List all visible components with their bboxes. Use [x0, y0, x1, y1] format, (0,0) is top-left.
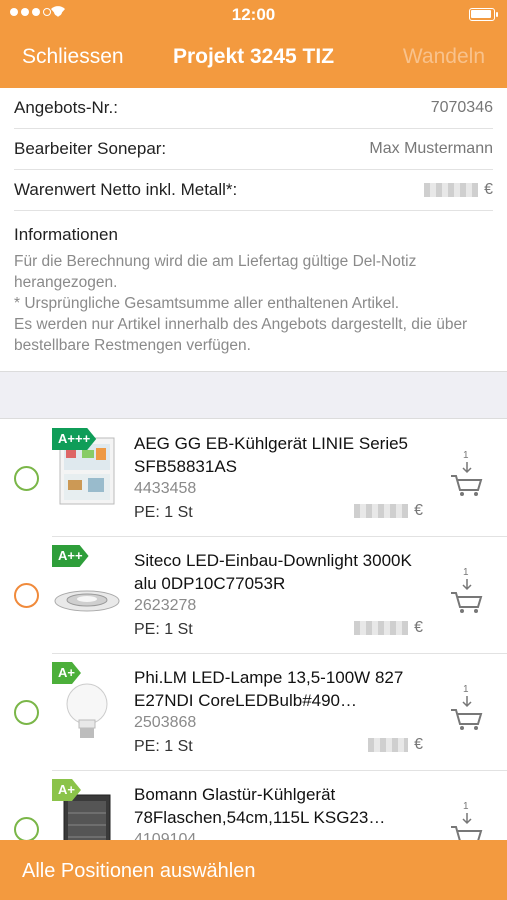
item-sku: 2503868: [134, 714, 197, 731]
net-value: €: [424, 181, 493, 199]
editor-row: Bearbeiter Sonepar: Max Mustermann: [14, 129, 493, 170]
status-bar: 12:00: [0, 0, 507, 30]
editor-value: Max Mustermann: [369, 140, 493, 157]
info-text: Für die Berechnung wird die am Liefertag…: [14, 253, 468, 354]
select-radio[interactable]: [14, 700, 39, 725]
battery-icon: [469, 8, 498, 21]
select-radio[interactable]: [14, 466, 39, 491]
item-price: €: [354, 502, 423, 520]
item-price: €: [354, 619, 423, 637]
offer-number-label: Angebots-Nr.:: [14, 98, 118, 117]
header-bar: 12:00 Schliessen Projekt 3245 TIZ Wandel…: [0, 0, 507, 88]
net-value-label: Warenwert Netto inkl. Metall*:: [14, 180, 238, 199]
section-divider: [0, 371, 507, 419]
cart-qty: 1: [463, 684, 469, 695]
list-item[interactable]: A++ Siteco LED-Einbau-Downlight 3000K al…: [0, 537, 507, 654]
list-item[interactable]: A+ Phi.LM LED-Lampe 13,5-100W 827 E27NDI…: [0, 654, 507, 771]
editor-label: Bearbeiter Sonepar:: [14, 139, 167, 158]
cart-qty: 1: [463, 801, 469, 812]
cart-qty: 1: [463, 567, 469, 578]
net-value-row: Warenwert Netto inkl. Metall*: €: [14, 170, 493, 211]
add-to-cart-button[interactable]: 1: [449, 450, 485, 498]
item-sku: 4433458: [134, 480, 197, 497]
select-all-button[interactable]: Alle Positionen auswählen: [0, 840, 507, 900]
item-name: AEG GG EB-Kühlgerät LINIE Serie5 SFB5883…: [134, 434, 409, 476]
downlight-image: A++: [52, 545, 122, 625]
info-section: Informationen Für die Berechnung wird di…: [14, 225, 493, 356]
bulb-image: A+: [52, 662, 122, 742]
info-title: Informationen: [14, 225, 118, 244]
item-pe: PE: 1 St: [134, 738, 193, 755]
select-radio[interactable]: [14, 817, 39, 842]
status-time: 12:00: [231, 5, 276, 24]
add-to-cart-button[interactable]: 1: [449, 684, 485, 732]
offer-number-row: Angebots-Nr.: 7070346: [14, 88, 493, 129]
select-radio[interactable]: [14, 583, 39, 608]
offer-number-value: 7070346: [430, 99, 493, 116]
add-to-cart-button[interactable]: 1: [449, 567, 485, 615]
energy-badge: A+++: [52, 428, 96, 450]
item-sku: 2623278: [134, 597, 197, 614]
blurred-price: [424, 182, 479, 197]
item-name: Siteco LED-Einbau-Downlight 3000K alu 0D…: [134, 551, 412, 593]
cart-qty: 1: [463, 450, 469, 461]
item-pe: PE: 1 St: [134, 504, 193, 521]
item-name: Bomann Glastür-Kühlgerät 78Flaschen,54cm…: [134, 785, 386, 827]
item-name: Phi.LM LED-Lampe 13,5-100W 827 E27NDI Co…: [134, 668, 404, 710]
item-pe: PE: 1 St: [134, 621, 193, 638]
item-price: €: [368, 736, 423, 754]
list-item[interactable]: A+++ AEG GG EB-Kühlgerät LINIE Serie5 SF…: [0, 420, 507, 537]
fridge-image: A+++: [52, 428, 122, 508]
convert-button[interactable]: Wandeln: [403, 45, 485, 69]
